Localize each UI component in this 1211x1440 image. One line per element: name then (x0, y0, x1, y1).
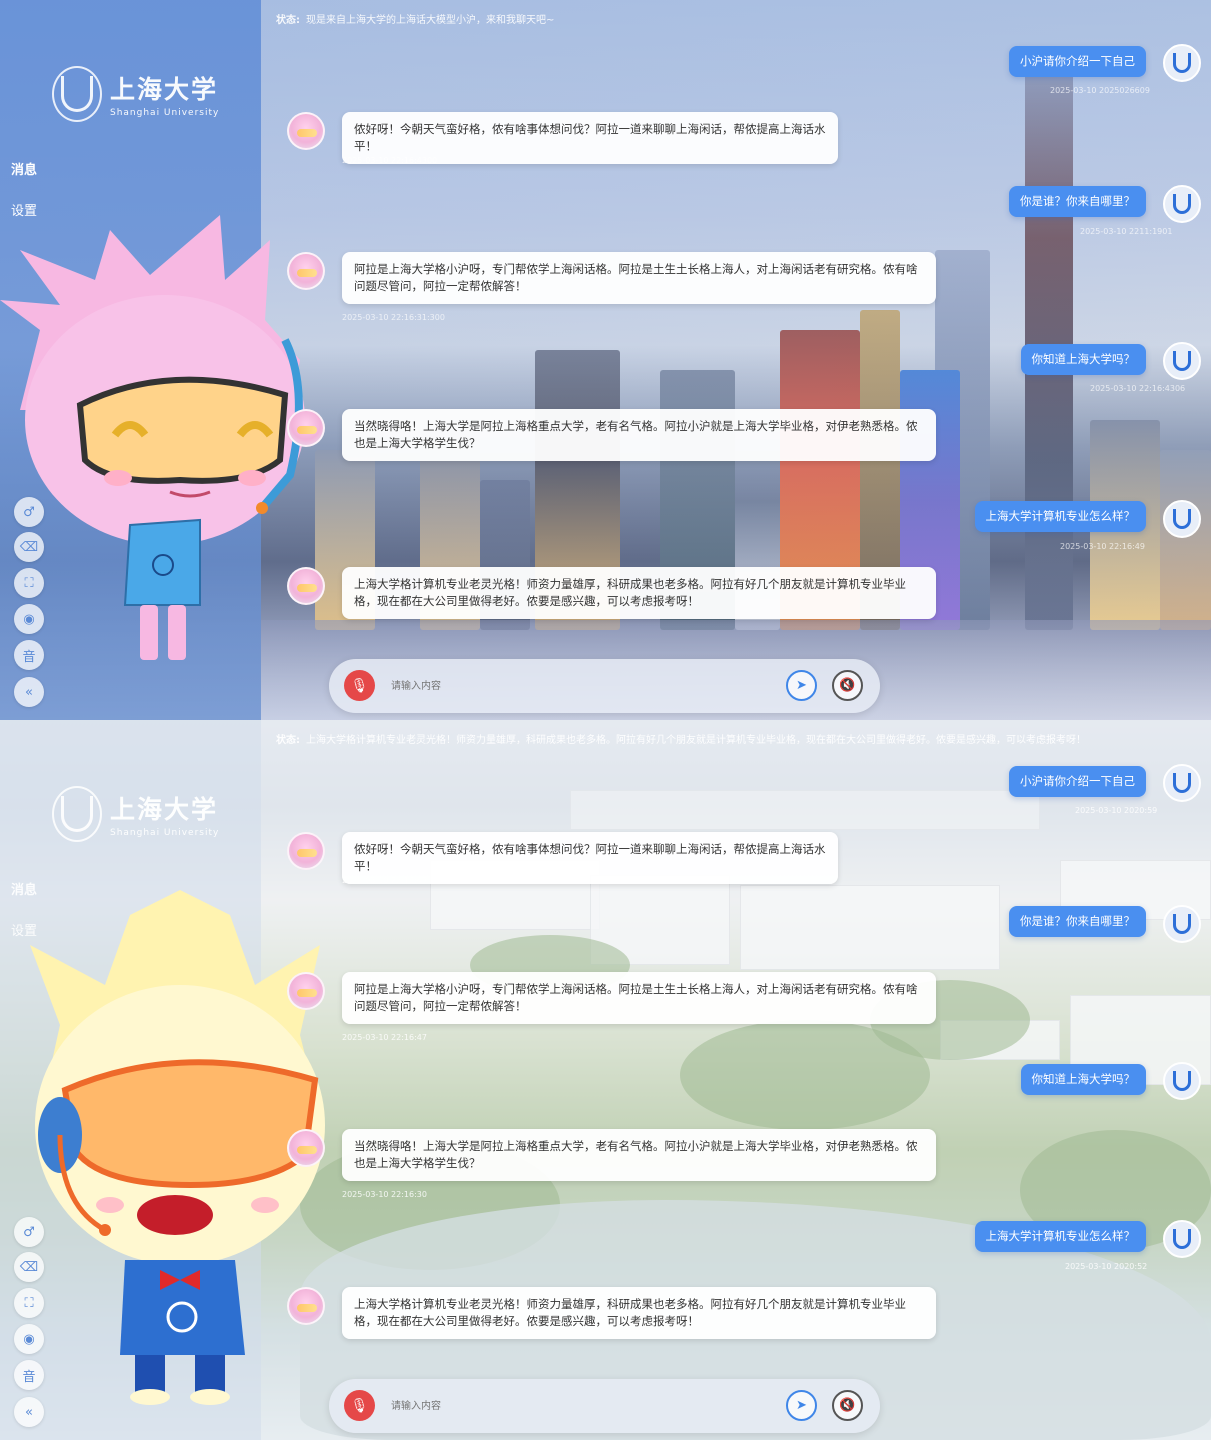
bot-avatar (287, 1129, 325, 1167)
bot-message: 阿拉是上海大学格小沪呀，专门帮侬学上海闲话格。阿拉是土生土长格上海人，对上海闲话… (342, 252, 936, 304)
collapse-icon[interactable]: « (14, 677, 44, 707)
user-message: 你知道上海大学吗？ (1020, 1064, 1146, 1095)
logo-seal-icon (52, 786, 102, 842)
user-avatar (1163, 185, 1201, 223)
bot-avatar (287, 972, 325, 1010)
message-input[interactable] (391, 1396, 771, 1416)
bot-avatar (287, 409, 325, 447)
bot-message: 上海大学格计算机专业老灵光格！师资力量雄厚，科研成果也老多格。阿拉有好几个朋友就… (342, 1287, 936, 1339)
timestamp: 2025-03-10 2020:59 (1075, 806, 1158, 815)
status-text: 上海大学格计算机专业老灵光格！师资力量雄厚，科研成果也老多格。阿拉有好几个朋友就… (306, 735, 1086, 746)
user-avatar (1163, 44, 1201, 82)
user-avatar (1163, 500, 1201, 538)
user-message: 小沪请你介绍一下自己 (1009, 766, 1146, 797)
logo-title: 上海大学 (110, 795, 219, 824)
timestamp: 2025-03-10 2025026609 (1050, 86, 1150, 95)
user-message: 小沪请你介绍一下自己 (1009, 46, 1146, 77)
user-avatar (1163, 1220, 1201, 1258)
message-input[interactable] (391, 676, 771, 696)
send-icon[interactable]: ➤ (786, 670, 817, 701)
status-line: 状态: 现是来自上海大学的上海话大模型小沪，来和我聊天吧~ (276, 11, 554, 26)
user-message: 你是谁？你来自哪里？ (1009, 186, 1146, 217)
timestamp: 2025-03-10 2211:1901 (1080, 227, 1173, 236)
microphone-icon[interactable]: 🎙 (344, 1390, 375, 1421)
timestamp: 2025-03-10 22:16:31:300 (342, 313, 445, 322)
university-logo: 上海大学 Shanghai University (52, 66, 219, 122)
timestamp: 2025-03-10 2020:52 (1065, 1262, 1148, 1271)
bot-avatar (287, 832, 325, 870)
nav-messages[interactable]: 消息 (11, 159, 37, 178)
bot-avatar (287, 252, 325, 290)
bot-avatar (287, 567, 325, 605)
send-icon[interactable]: ➤ (786, 1390, 817, 1421)
status-text: 现是来自上海大学的上海话大模型小沪，来和我聊天吧~ (306, 15, 555, 26)
logo-title: 上海大学 (110, 75, 219, 104)
mute-icon[interactable]: 🔇 (832, 670, 863, 701)
bot-avatar (287, 1287, 325, 1325)
chat-screen-bottom: 上海大学 Shanghai University 消息 设置 ♂ ⌫ ⛶ ◉ 音… (0, 720, 1211, 1440)
bot-message: 上海大学格计算机专业老灵光格！师资力量雄厚，科研成果也老多格。阿拉有好几个朋友就… (342, 567, 936, 619)
mute-icon[interactable]: 🔇 (832, 1390, 863, 1421)
timestamp: 2025-03-10 22:16:47 (342, 1033, 427, 1042)
bot-avatar (287, 112, 325, 150)
chat-input-bar: 🎙 ➤ 🔇 (329, 659, 880, 713)
logo-subtitle: Shanghai University (110, 108, 220, 118)
university-logo: 上海大学 Shanghai University (52, 786, 219, 842)
user-avatar (1163, 905, 1201, 943)
bot-message: 当然晓得咯！上海大学是阿拉上海格重点大学，老有名气格。阿拉小沪就是上海大学毕业格… (342, 409, 936, 461)
chat-input-bar: 🎙 ➤ 🔇 (329, 1379, 880, 1433)
logo-seal-icon (52, 66, 102, 122)
timestamp: 2025-03-10 22:16:43 (342, 876, 427, 885)
bot-message: 当然晓得咯！上海大学是阿拉上海格重点大学，老有名气格。阿拉小沪就是上海大学毕业格… (342, 1129, 936, 1181)
user-message: 上海大学计算机专业怎么样？ (974, 501, 1146, 532)
status-label: 状态: (276, 735, 300, 746)
user-message: 你是谁？你来自哪里？ (1009, 906, 1146, 937)
user-avatar (1163, 764, 1201, 802)
user-avatar (1163, 1062, 1201, 1100)
timestamp: 2025-03-10 22:16:30 (342, 1190, 427, 1199)
bot-message: 阿拉是上海大学格小沪呀，专门帮侬学上海闲话格。阿拉是土生土长格上海人，对上海闲话… (342, 972, 936, 1024)
status-line: 状态: 上海大学格计算机专业老灵光格！师资力量雄厚，科研成果也老多格。阿拉有好几个… (276, 731, 1086, 746)
microphone-icon[interactable]: 🎙 (344, 670, 375, 701)
timestamp: 2025-03-10 22:16:4300 (342, 156, 438, 165)
timestamp: 2025-03-10 22:16:4306 (1090, 384, 1186, 393)
mascot-pink (0, 215, 305, 660)
user-message: 你知道上海大学吗？ (1020, 344, 1146, 375)
user-message: 上海大学计算机专业怎么样？ (974, 1221, 1146, 1252)
timestamp: 2025-03-10 22:16:49 (1060, 542, 1145, 551)
user-avatar (1163, 342, 1201, 380)
logo-subtitle: Shanghai University (110, 828, 220, 838)
status-label: 状态: (276, 15, 300, 26)
chat-screen-top: 上海大学 Shanghai University 消息 设置 ♂ ⌫ ⛶ ◉ 音… (0, 0, 1211, 720)
